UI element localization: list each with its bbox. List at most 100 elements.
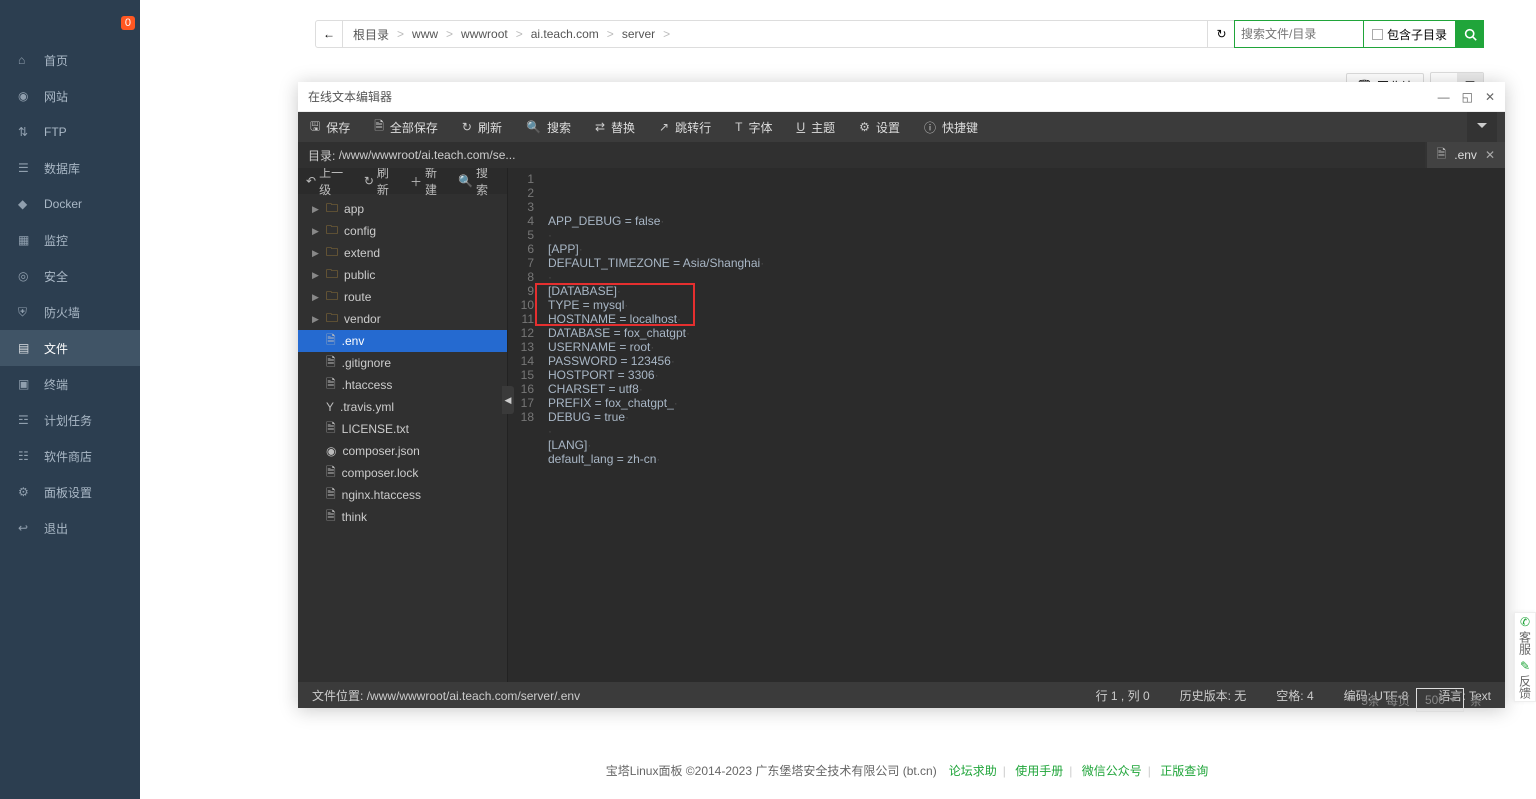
tree-up-button[interactable]: ↶ 上一级	[306, 168, 354, 198]
tree-folder[interactable]: ▶🗀config	[298, 220, 507, 242]
goto-button[interactable]: ↗跳转行	[647, 112, 723, 142]
close-icon[interactable]: ✕	[1485, 90, 1495, 104]
editor-tab[interactable]: 🗎 .env ✕	[1425, 142, 1505, 168]
editor-statusbar: 文件位置: /www/wwwroot/ai.teach.com/server/.…	[298, 682, 1505, 708]
font-button[interactable]: T字体	[723, 112, 784, 142]
save-button[interactable]: 🖫保存	[298, 112, 362, 142]
sidebar-item-label: 终端	[44, 376, 68, 393]
tree-label: .gitignore	[342, 356, 391, 370]
code-line: ·	[548, 270, 1505, 284]
tree-refresh-button[interactable]: ↻ 刷新	[364, 168, 400, 198]
crumb-root[interactable]: 根目录	[353, 26, 389, 43]
file-icon: ▤	[18, 341, 34, 355]
theme-button[interactable]: U主题	[784, 112, 847, 142]
search-icon: 🔍	[526, 120, 541, 134]
tree-folder[interactable]: ▶🗀extend	[298, 242, 507, 264]
monitor-icon: ▦	[18, 233, 34, 247]
sidebar-item-site[interactable]: ◉网站	[0, 78, 140, 114]
sidebar-item-files[interactable]: ▤ 文件	[0, 330, 140, 366]
tree-folder[interactable]: ▶🗀app	[298, 198, 507, 220]
sidebar-item-settings[interactable]: ⚙面板设置	[0, 474, 140, 510]
sidebar-item-home[interactable]: ⌂首页	[0, 42, 140, 78]
sidebar-item-label: 面板设置	[44, 484, 92, 501]
sidebar-item-cron[interactable]: ☲计划任务	[0, 402, 140, 438]
search-input[interactable]	[1234, 20, 1364, 48]
per-page-select[interactable]: 500	[1416, 688, 1464, 712]
tree-file[interactable]: 🗎nginx.htaccess	[298, 484, 507, 506]
footer-link-verify[interactable]: 正版查询	[1160, 764, 1208, 778]
tree-file[interactable]: 🗎composer.lock	[298, 462, 507, 484]
status-rowcol[interactable]: 行 1 , 列 0	[1096, 687, 1150, 704]
cron-icon: ☲	[18, 413, 34, 427]
editor-window: 在线文本编辑器 — ◱ ✕ 🖫保存 🗎全部保存 ↻刷新 🔍搜索 ⇄替换 ↗跳转行…	[298, 82, 1505, 708]
footer-link-forum[interactable]: 论坛求助	[949, 764, 997, 778]
back-button[interactable]: ←	[315, 20, 343, 48]
code-line: TYPE = mysql·	[548, 298, 1505, 312]
refresh-button[interactable]: ↻	[1208, 20, 1236, 48]
footer-link-manual[interactable]: 使用手册	[1015, 764, 1063, 778]
tree-new-button[interactable]: ＋ 新建	[410, 168, 448, 198]
tree-search-button[interactable]: 🔍 搜索	[458, 168, 499, 198]
tree-file[interactable]: 🗎.gitignore	[298, 352, 507, 374]
notification-badge[interactable]: 0	[121, 16, 135, 30]
per-page-value: 500	[1425, 693, 1445, 707]
tree-file[interactable]: 🗎.env	[298, 330, 507, 352]
include-subdirs-checkbox[interactable]: 包含子目录	[1364, 20, 1456, 48]
sidebar-item-docker[interactable]: ◆Docker	[0, 186, 140, 222]
sidebar-item-db[interactable]: ☰数据库	[0, 150, 140, 186]
crumb[interactable]: ai.teach.com	[531, 27, 599, 41]
sidebar-item-terminal[interactable]: ▣终端	[0, 366, 140, 402]
saveall-button[interactable]: 🗎全部保存	[362, 112, 450, 142]
code-line: USERNAME = root·	[548, 340, 1505, 354]
tree-toolbar: ↶ 上一级 ↻ 刷新 ＋ 新建 🔍 搜索	[298, 168, 507, 194]
tree-file[interactable]: ◉composer.json	[298, 440, 507, 462]
sidebar-item-firewall[interactable]: ⛨防火墙	[0, 294, 140, 330]
firewall-icon: ⛨	[18, 305, 34, 320]
toolbar-more[interactable]	[1467, 112, 1497, 142]
crumb[interactable]: wwwroot	[461, 27, 508, 41]
refresh-button[interactable]: ↻刷新	[450, 112, 514, 142]
maximize-icon[interactable]: ◱	[1462, 90, 1473, 104]
sidebar-item-store[interactable]: ☷软件商店	[0, 438, 140, 474]
shortcut-button[interactable]: ⓘ快捷键	[912, 112, 990, 142]
minimize-icon[interactable]: —	[1438, 90, 1450, 104]
tree-label: .travis.yml	[340, 400, 394, 414]
tree-folder[interactable]: ▶🗀route	[298, 286, 507, 308]
tree-label: vendor	[344, 312, 381, 326]
sidebar-item-label: 数据库	[44, 160, 80, 177]
tree-folder[interactable]: ▶🗀vendor	[298, 308, 507, 330]
replace-button[interactable]: ⇄替换	[583, 112, 647, 142]
sidebar-item-label: 监控	[44, 232, 68, 249]
goto-icon: ↗	[659, 120, 669, 134]
search-button[interactable]: 🔍搜索	[514, 112, 583, 142]
tree-file[interactable]: 🗎.htaccess	[298, 374, 507, 396]
code-area[interactable]: APP_DEBUG = false··[APP]·DEFAULT_TIMEZON…	[540, 168, 1505, 682]
status-history[interactable]: 历史版本: 无	[1180, 687, 1247, 704]
tree-folder[interactable]: ▶🗀public	[298, 264, 507, 286]
sidebar-item-security[interactable]: ◎安全	[0, 258, 140, 294]
feedback-button[interactable]: ✎反馈	[1515, 657, 1535, 701]
tree-file[interactable]: 🗎LICENSE.txt	[298, 418, 507, 440]
kf-button[interactable]: ✆客服	[1515, 613, 1535, 657]
path-crumbs[interactable]: 根目录> www> wwwroot> ai.teach.com> server>	[343, 20, 1208, 48]
tree-file[interactable]: 🗎think	[298, 506, 507, 528]
sidebar-item-logout[interactable]: ↩退出	[0, 510, 140, 546]
sidebar-item-monitor[interactable]: ▦ 监控	[0, 222, 140, 258]
crumb[interactable]: server	[622, 27, 655, 41]
search-button[interactable]	[1456, 20, 1484, 48]
status-spaces[interactable]: 空格: 4	[1276, 687, 1313, 704]
settings-button[interactable]: ⚙设置	[847, 112, 912, 142]
tab-close-icon[interactable]: ✕	[1485, 148, 1495, 162]
file-icon: 🗎	[326, 375, 336, 396]
collapse-tree-handle[interactable]: ◀	[502, 386, 514, 414]
ftp-icon: ⇅	[18, 125, 34, 139]
code-line: HOSTPORT = 3306·	[548, 368, 1505, 382]
save-label: 保存	[326, 119, 350, 136]
file-icon: 🗎	[326, 331, 336, 352]
tree-file[interactable]: Y.travis.yml	[298, 396, 507, 418]
sidebar-item-ftp[interactable]: ⇅FTP	[0, 114, 140, 150]
sidebar-item-label: 文件	[44, 340, 68, 357]
footer-link-wechat[interactable]: 微信公众号	[1082, 764, 1142, 778]
breadcrumb: ← 根目录> www> wwwroot> ai.teach.com> serve…	[315, 20, 1236, 48]
crumb[interactable]: www	[412, 27, 438, 41]
